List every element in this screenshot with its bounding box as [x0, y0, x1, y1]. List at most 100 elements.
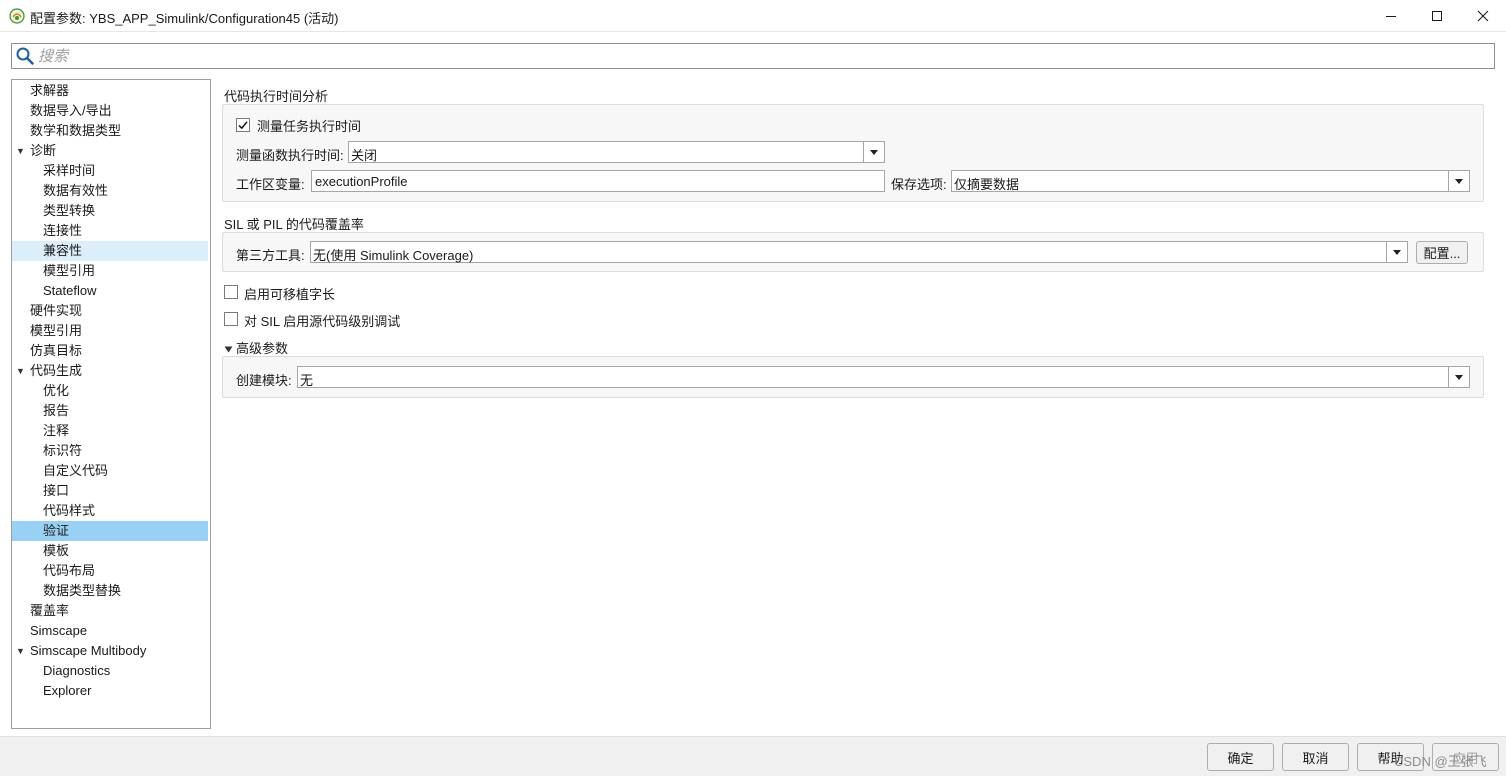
- sidebar-item-label: 模型引用: [43, 263, 96, 278]
- sidebar-item-label: 采样时间: [43, 163, 96, 178]
- sidebar-item[interactable]: Diagnostics: [12, 661, 208, 681]
- chevron-down-icon[interactable]: [1448, 367, 1469, 387]
- sidebar-item[interactable]: 优化: [12, 381, 208, 401]
- sidebar-item[interactable]: ▼ Simscape Multibody: [12, 641, 208, 661]
- minimize-button[interactable]: [1368, 0, 1414, 31]
- sidebar-item[interactable]: ▼ 代码生成: [12, 361, 208, 381]
- chevron-down-icon[interactable]: [863, 142, 884, 162]
- search-icon: [16, 47, 34, 65]
- sidebar-item-label: 报告: [43, 403, 70, 418]
- sidebar-item[interactable]: 标识符: [12, 441, 208, 461]
- save-option-label: 保存选项:: [891, 177, 947, 192]
- sidebar-item-label: 诊断: [30, 143, 57, 158]
- sidebar-item-label: 优化: [43, 383, 70, 398]
- expand-arrow-icon[interactable]: [224, 342, 233, 353]
- sidebar-item-label: 注释: [43, 423, 70, 438]
- third-party-select[interactable]: 无(使用 Simulink Coverage): [310, 241, 1408, 263]
- sidebar-item[interactable]: 接口: [12, 481, 208, 501]
- expand-arrow-icon[interactable]: ▼: [16, 361, 25, 381]
- sidebar-item-label: 标识符: [43, 443, 83, 458]
- third-party-value: 无(使用 Simulink Coverage): [313, 248, 474, 263]
- section-title-advanced[interactable]: 高级参数: [236, 338, 288, 357]
- ok-button[interactable]: 确定: [1207, 743, 1274, 771]
- category-tree: 求解器 数据导入/导出 数学和数据类型 ▼ 诊断 采样时间 数据有效性 类型转换 连接性 兼容性模…: [11, 79, 211, 729]
- sidebar-item-label: 数据类型替换: [43, 583, 122, 598]
- sidebar-item[interactable]: 仿真目标: [12, 341, 208, 361]
- sidebar-item-label: 数据有效性: [43, 183, 109, 198]
- sidebar-item[interactable]: 数据类型替换: [12, 581, 208, 601]
- sidebar-item[interactable]: 代码样式: [12, 501, 208, 521]
- sidebar-item-label: 覆盖率: [30, 603, 70, 618]
- sidebar-item[interactable]: 采样时间: [12, 161, 208, 181]
- sidebar-item[interactable]: 模型引用: [12, 261, 208, 281]
- sidebar-item[interactable]: 数据导入/导出: [12, 101, 208, 121]
- sidebar-item-label: 类型转换: [43, 203, 96, 218]
- sidebar-item[interactable]: 数据有效性: [12, 181, 208, 201]
- sidebar-item-label: 兼容性: [43, 243, 83, 258]
- maximize-icon: [1432, 10, 1442, 21]
- measure-func-select[interactable]: 关闭: [348, 141, 885, 163]
- expand-arrow-icon[interactable]: ▼: [16, 641, 25, 661]
- checkmark-icon: [238, 121, 248, 130]
- sil-debug-checkbox[interactable]: [224, 312, 238, 326]
- chevron-down-icon[interactable]: [1448, 171, 1469, 191]
- create-block-label: 创建模块:: [236, 373, 292, 388]
- sidebar-item-label: 接口: [43, 483, 70, 498]
- sidebar-item-label: 求解器: [30, 83, 70, 98]
- search-input[interactable]: [38, 46, 1488, 66]
- sidebar-item[interactable]: 报告: [12, 401, 208, 421]
- section-title-coverage: SIL 或 PIL 的代码覆盖率: [224, 217, 364, 232]
- sidebar-item[interactable]: Explorer: [12, 681, 208, 701]
- sidebar-item[interactable]: 验证: [12, 521, 208, 541]
- configure-button[interactable]: 配置...: [1416, 241, 1468, 264]
- sidebar-item-label: Explorer: [43, 683, 92, 698]
- sidebar-item[interactable]: 自定义代码: [12, 461, 208, 481]
- sidebar-item[interactable]: 数学和数据类型: [12, 121, 208, 141]
- sidebar-item-label: Diagnostics: [43, 663, 111, 678]
- workspace-var-label: 工作区变量:: [236, 177, 305, 192]
- section-title-profiling: 代码执行时间分析: [224, 89, 329, 104]
- sidebar-item-label: 模板: [43, 543, 70, 558]
- sidebar-item[interactable]: 模板: [12, 541, 208, 561]
- maximize-button[interactable]: [1414, 0, 1460, 31]
- save-option-value: 仅摘要数据: [954, 177, 1020, 192]
- sidebar-item[interactable]: Simscape: [12, 621, 208, 641]
- create-block-select[interactable]: 无: [297, 366, 1470, 388]
- sidebar-item-label: 代码样式: [43, 503, 96, 518]
- sidebar-item[interactable]: 注释: [12, 421, 208, 441]
- sidebar-item-label: 仿真目标: [30, 343, 83, 358]
- sidebar-item[interactable]: 代码布局: [12, 561, 208, 581]
- sidebar-item-label: 模型引用: [30, 323, 83, 338]
- sil-debug-label: 对 SIL 启用源代码级别调试: [244, 314, 401, 329]
- sidebar-item[interactable]: Stateflow: [12, 281, 208, 301]
- sidebar-item-label: Stateflow: [43, 283, 97, 298]
- workspace-var-field[interactable]: executionProfile: [311, 170, 885, 192]
- chevron-down-icon[interactable]: [1386, 242, 1407, 262]
- sidebar-item-label: 硬件实现: [30, 303, 83, 318]
- close-button[interactable]: [1460, 0, 1506, 31]
- simulink-model-icon: [9, 8, 25, 24]
- portable-word-sizes-checkbox[interactable]: [224, 285, 238, 299]
- button-bar: [0, 736, 1506, 776]
- close-icon: [1477, 10, 1489, 21]
- sidebar-item[interactable]: 连接性: [12, 221, 208, 241]
- watermark: CSDN @王张飞: [1394, 754, 1487, 769]
- save-option-select[interactable]: 仅摘要数据: [951, 170, 1470, 192]
- workspace-var-value: executionProfile: [315, 174, 408, 189]
- sidebar-item-label: 自定义代码: [43, 463, 109, 478]
- sidebar-item[interactable]: 硬件实现: [12, 301, 208, 321]
- sidebar-item[interactable]: 兼容性: [12, 241, 208, 261]
- sidebar-item[interactable]: 覆盖率: [12, 601, 208, 621]
- sidebar-item[interactable]: 模型引用: [12, 321, 208, 341]
- third-party-label: 第三方工具:: [236, 248, 305, 263]
- expand-arrow-icon[interactable]: ▼: [16, 141, 25, 161]
- measure-task-checkbox[interactable]: [236, 118, 250, 132]
- sidebar-item[interactable]: 类型转换: [12, 201, 208, 221]
- measure-func-value: 关闭: [351, 148, 378, 163]
- sidebar-item[interactable]: 求解器: [12, 81, 208, 101]
- cancel-button[interactable]: 取消: [1282, 743, 1349, 771]
- sidebar-item[interactable]: ▼ 诊断: [12, 141, 208, 161]
- create-block-value: 无: [300, 373, 314, 388]
- minimize-icon: [1386, 15, 1396, 17]
- sidebar-item-label: Simscape Multibody: [30, 643, 147, 658]
